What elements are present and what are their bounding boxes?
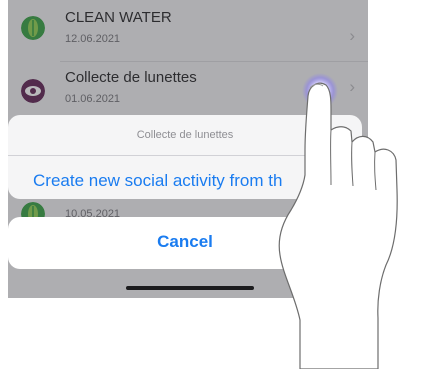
hand-gesture-icon bbox=[278, 73, 398, 369]
